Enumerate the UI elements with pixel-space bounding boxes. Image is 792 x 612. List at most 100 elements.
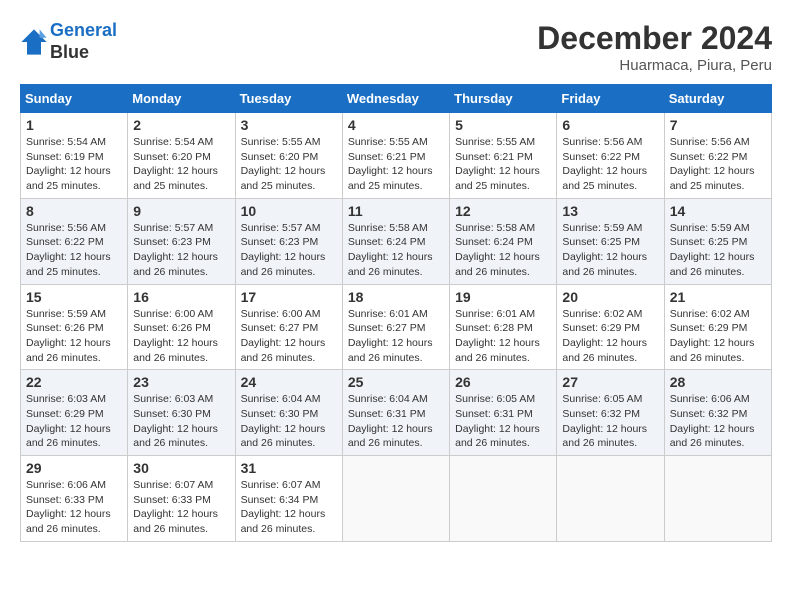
day-info: Sunrise: 6:07 AMSunset: 6:33 PMDaylight:… (133, 478, 229, 537)
day-info: Sunrise: 6:02 AMSunset: 6:29 PMDaylight:… (670, 307, 766, 366)
day-number: 1 (26, 117, 122, 133)
calendar-cell: 9 Sunrise: 5:57 AMSunset: 6:23 PMDaylight… (128, 198, 235, 284)
day-info: Sunrise: 6:06 AMSunset: 6:32 PMDaylight:… (670, 392, 766, 451)
day-number: 18 (348, 289, 444, 305)
day-number: 28 (670, 374, 766, 390)
calendar-cell: 5Sunrise: 5:55 AMSunset: 6:21 PMDaylight… (450, 113, 557, 199)
calendar-cell: 4 Sunrise: 5:55 AMSunset: 6:21 PMDaylight… (342, 113, 449, 199)
calendar-cell: 13 Sunrise: 5:59 AMSunset: 6:25 PMDayligh… (557, 198, 664, 284)
weekday-header-monday: Monday (128, 85, 235, 113)
day-number: 17 (241, 289, 337, 305)
day-number: 29 (26, 460, 122, 476)
calendar-cell (664, 456, 771, 542)
day-info: Sunrise: 6:04 AMSunset: 6:30 PMDaylight:… (241, 392, 337, 451)
location: Huarmaca, Piura, Peru (537, 57, 772, 74)
calendar-cell: 2Sunrise: 5:54 AMSunset: 6:20 PMDaylight… (128, 113, 235, 199)
weekday-header-wednesday: Wednesday (342, 85, 449, 113)
calendar-cell: 3Sunrise: 5:55 AMSunset: 6:20 PMDaylight… (235, 113, 342, 199)
calendar-cell: 31 Sunrise: 6:07 AMSunset: 6:34 PMDayligh… (235, 456, 342, 542)
title-block: December 2024 Huarmaca, Piura, Peru (537, 20, 772, 74)
day-number: 7 (670, 117, 766, 133)
day-number: 6 (562, 117, 658, 133)
day-info: Sunrise: 5:55 AMSunset: 6:20 PMDaylight:… (241, 135, 337, 194)
day-info: Sunrise: 6:01 AMSunset: 6:27 PMDaylight:… (348, 307, 444, 366)
logo-line2: Blue (50, 42, 117, 64)
day-number: 4 (348, 117, 444, 133)
day-info: Sunrise: 6:02 AMSunset: 6:29 PMDaylight:… (562, 307, 658, 366)
calendar-cell: 14Sunrise: 5:59 AMSunset: 6:25 PMDayligh… (664, 198, 771, 284)
day-number: 25 (348, 374, 444, 390)
day-info: Sunrise: 6:04 AMSunset: 6:31 PMDaylight:… (348, 392, 444, 451)
calendar-cell: 7Sunrise: 5:56 AMSunset: 6:22 PMDaylight… (664, 113, 771, 199)
calendar-cell: 26 Sunrise: 6:05 AMSunset: 6:31 PMDayligh… (450, 370, 557, 456)
day-info: Sunrise: 6:01 AMSunset: 6:28 PMDaylight:… (455, 307, 551, 366)
calendar-cell (342, 456, 449, 542)
day-info: Sunrise: 5:59 AMSunset: 6:26 PMDaylight:… (26, 307, 122, 366)
day-number: 13 (562, 203, 658, 219)
weekday-header-thursday: Thursday (450, 85, 557, 113)
calendar-cell: 10Sunrise: 5:57 AMSunset: 6:23 PMDayligh… (235, 198, 342, 284)
week-row-1: 1 Sunrise: 5:54 AMSunset: 6:19 PMDaylight… (21, 113, 772, 199)
weekday-header-tuesday: Tuesday (235, 85, 342, 113)
weekday-header-row: SundayMondayTuesdayWednesdayThursdayFrid… (21, 85, 772, 113)
logo-icon (20, 28, 48, 56)
calendar-cell: 11Sunrise: 5:58 AMSunset: 6:24 PMDayligh… (342, 198, 449, 284)
day-number: 31 (241, 460, 337, 476)
day-info: Sunrise: 5:54 AMSunset: 6:19 PMDaylight:… (26, 135, 122, 194)
day-info: Sunrise: 6:00 AMSunset: 6:26 PMDaylight:… (133, 307, 229, 366)
day-number: 10 (241, 203, 337, 219)
day-number: 20 (562, 289, 658, 305)
week-row-4: 22Sunrise: 6:03 AMSunset: 6:29 PMDayligh… (21, 370, 772, 456)
day-number: 16 (133, 289, 229, 305)
day-info: Sunrise: 6:05 AMSunset: 6:31 PMDaylight:… (455, 392, 551, 451)
calendar-cell: 6 Sunrise: 5:56 AMSunset: 6:22 PMDaylight… (557, 113, 664, 199)
calendar-cell: 1 Sunrise: 5:54 AMSunset: 6:19 PMDaylight… (21, 113, 128, 199)
calendar-cell: 12Sunrise: 5:58 AMSunset: 6:24 PMDayligh… (450, 198, 557, 284)
weekday-header-saturday: Saturday (664, 85, 771, 113)
day-number: 30 (133, 460, 229, 476)
calendar-cell: 16 Sunrise: 6:00 AMSunset: 6:26 PMDayligh… (128, 284, 235, 370)
day-info: Sunrise: 5:57 AMSunset: 6:23 PMDaylight:… (133, 221, 229, 280)
calendar-table: SundayMondayTuesdayWednesdayThursdayFrid… (20, 84, 772, 542)
day-number: 8 (26, 203, 122, 219)
weekday-header-sunday: Sunday (21, 85, 128, 113)
day-number: 19 (455, 289, 551, 305)
day-info: Sunrise: 6:07 AMSunset: 6:34 PMDaylight:… (241, 478, 337, 537)
calendar-cell (450, 456, 557, 542)
calendar-cell: 17 Sunrise: 6:00 AMSunset: 6:27 PMDayligh… (235, 284, 342, 370)
calendar-cell: 30 Sunrise: 6:07 AMSunset: 6:33 PMDayligh… (128, 456, 235, 542)
logo-line1: General (50, 20, 117, 40)
day-info: Sunrise: 6:03 AMSunset: 6:30 PMDaylight:… (133, 392, 229, 451)
page-header: General Blue December 2024 Huarmaca, Piu… (20, 20, 772, 74)
calendar-cell: 29Sunrise: 6:06 AMSunset: 6:33 PMDayligh… (21, 456, 128, 542)
day-number: 26 (455, 374, 551, 390)
calendar-cell: 22Sunrise: 6:03 AMSunset: 6:29 PMDayligh… (21, 370, 128, 456)
calendar-cell: 23Sunrise: 6:03 AMSunset: 6:30 PMDayligh… (128, 370, 235, 456)
day-info: Sunrise: 6:00 AMSunset: 6:27 PMDaylight:… (241, 307, 337, 366)
calendar-cell: 8Sunrise: 5:56 AMSunset: 6:22 PMDaylight… (21, 198, 128, 284)
calendar-cell: 28 Sunrise: 6:06 AMSunset: 6:32 PMDayligh… (664, 370, 771, 456)
logo: General Blue (20, 20, 117, 63)
month-title: December 2024 (537, 20, 772, 57)
day-info: Sunrise: 5:59 AMSunset: 6:25 PMDaylight:… (562, 221, 658, 280)
calendar-cell: 21 Sunrise: 6:02 AMSunset: 6:29 PMDayligh… (664, 284, 771, 370)
day-number: 24 (241, 374, 337, 390)
calendar-cell: 20 Sunrise: 6:02 AMSunset: 6:29 PMDayligh… (557, 284, 664, 370)
calendar-cell: 15Sunrise: 5:59 AMSunset: 6:26 PMDayligh… (21, 284, 128, 370)
day-info: Sunrise: 5:55 AMSunset: 6:21 PMDaylight:… (348, 135, 444, 194)
day-number: 5 (455, 117, 551, 133)
day-number: 12 (455, 203, 551, 219)
day-info: Sunrise: 5:56 AMSunset: 6:22 PMDaylight:… (562, 135, 658, 194)
day-info: Sunrise: 6:03 AMSunset: 6:29 PMDaylight:… (26, 392, 122, 451)
week-row-5: 29Sunrise: 6:06 AMSunset: 6:33 PMDayligh… (21, 456, 772, 542)
week-row-2: 8Sunrise: 5:56 AMSunset: 6:22 PMDaylight… (21, 198, 772, 284)
day-number: 21 (670, 289, 766, 305)
week-row-3: 15Sunrise: 5:59 AMSunset: 6:26 PMDayligh… (21, 284, 772, 370)
day-number: 9 (133, 203, 229, 219)
day-number: 11 (348, 203, 444, 219)
day-number: 27 (562, 374, 658, 390)
calendar-cell: 27Sunrise: 6:05 AMSunset: 6:32 PMDayligh… (557, 370, 664, 456)
day-info: Sunrise: 5:54 AMSunset: 6:20 PMDaylight:… (133, 135, 229, 194)
calendar-cell: 18 Sunrise: 6:01 AMSunset: 6:27 PMDayligh… (342, 284, 449, 370)
weekday-header-friday: Friday (557, 85, 664, 113)
